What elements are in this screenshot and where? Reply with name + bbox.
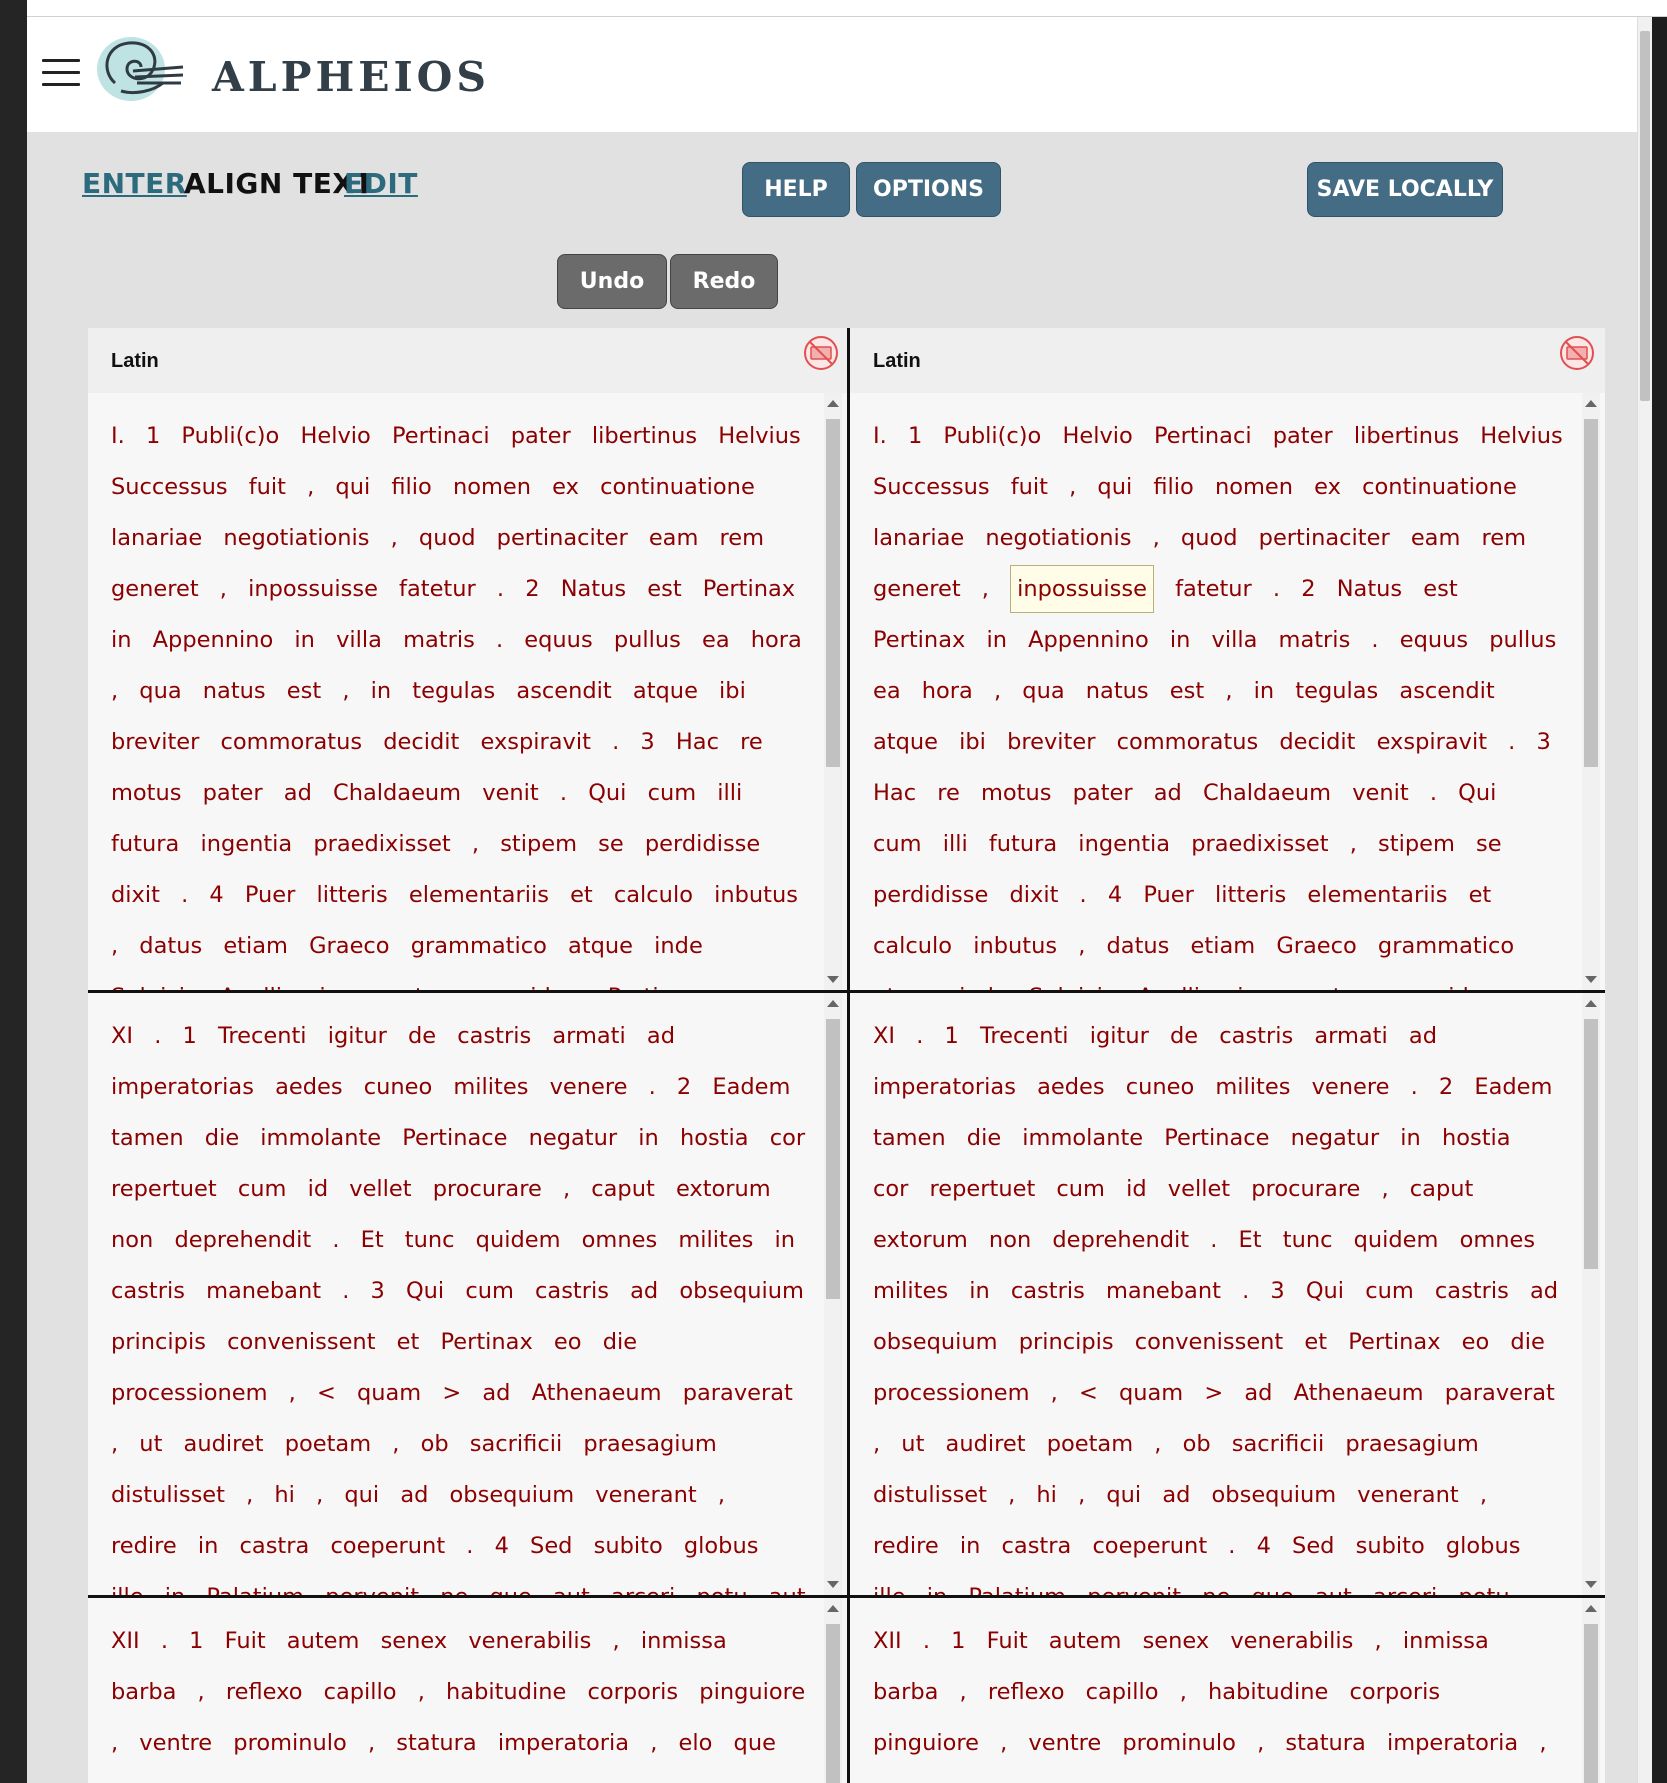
highlighted-token[interactable]: inpossuisse xyxy=(1010,565,1154,613)
segment-scrollbar[interactable] xyxy=(824,393,842,990)
app-header: ALPHEIOS xyxy=(27,17,1652,132)
options-button[interactable]: OPTIONS xyxy=(856,162,1001,217)
segment-tokens[interactable]: I. 1 Publi(c)o Helvio Pertinaci pater li… xyxy=(111,411,807,990)
origin-segment-1[interactable]: I. 1 Publi(c)o Helvio Pertinaci pater li… xyxy=(88,393,847,990)
redo-button[interactable]: Redo xyxy=(670,254,778,309)
segment-tokens[interactable]: XI . 1 Trecenti igitur de castris armati… xyxy=(873,1011,1565,1595)
segment-scrollbar[interactable] xyxy=(1582,393,1600,990)
target-segment-2[interactable]: XI . 1 Trecenti igitur de castris armati… xyxy=(850,993,1605,1595)
origin-language-label: Latin xyxy=(111,350,159,372)
undo-button[interactable]: Undo xyxy=(557,254,667,309)
segment-tokens[interactable]: XI . 1 Trecenti igitur de castris armati… xyxy=(111,1011,807,1595)
segment-scrollbar[interactable] xyxy=(824,1598,842,1783)
nav-enter-link[interactable]: ENTER xyxy=(82,167,187,200)
no-keyboard-icon[interactable] xyxy=(802,334,840,372)
origin-segment-2[interactable]: XI . 1 Trecenti igitur de castris armati… xyxy=(88,993,847,1595)
segment-scrollbar[interactable] xyxy=(1582,1598,1600,1783)
token-run[interactable]: fatetur . 2 Natus est Pertinax in Appenn… xyxy=(873,576,1556,990)
target-segment-1[interactable]: I. 1 Publi(c)o Helvio Pertinaci pater li… xyxy=(850,393,1605,990)
nav-edit-link[interactable]: EDIT xyxy=(344,167,418,200)
no-keyboard-icon[interactable] xyxy=(1558,334,1596,372)
target-segment-3[interactable]: XII . 1 Fuit autem senex venerabilis , i… xyxy=(850,1598,1605,1783)
segment-tokens[interactable]: I. 1 Publi(c)o Helvio Pertinaci pater li… xyxy=(873,411,1565,990)
page-scrollbar[interactable] xyxy=(1637,17,1652,1783)
browser-top-edge xyxy=(27,0,1667,17)
alpheios-logo-icon xyxy=(97,37,184,101)
segment-tokens[interactable]: XII . 1 Fuit autem senex venerabilis , i… xyxy=(873,1616,1565,1783)
logo-wordmark: ALPHEIOS xyxy=(212,53,490,101)
origin-language-header: Latin xyxy=(88,328,847,393)
target-language-header: Latin xyxy=(850,328,1605,393)
segment-tokens[interactable]: XII . 1 Fuit autem senex venerabilis , i… xyxy=(111,1616,807,1783)
origin-segment-3[interactable]: XII . 1 Fuit autem senex venerabilis , i… xyxy=(88,1598,847,1783)
alignment-panels: Latin Latin I. 1 Publi(c)o Helvio Pertin… xyxy=(88,328,1605,1783)
hamburger-menu-icon[interactable] xyxy=(42,59,80,87)
segment-scrollbar[interactable] xyxy=(1582,993,1600,1595)
alpheios-app: ALPHEIOS ENTER ALIGN TEXT EDIT HELP OPTI… xyxy=(27,17,1652,1783)
target-language-label: Latin xyxy=(873,350,921,372)
column-divider xyxy=(847,328,850,1783)
save-locally-button[interactable]: SAVE LOCALLY xyxy=(1307,162,1503,217)
segment-scrollbar[interactable] xyxy=(824,993,842,1595)
help-button[interactable]: HELP xyxy=(742,162,850,217)
window-left-edge xyxy=(0,0,27,1783)
